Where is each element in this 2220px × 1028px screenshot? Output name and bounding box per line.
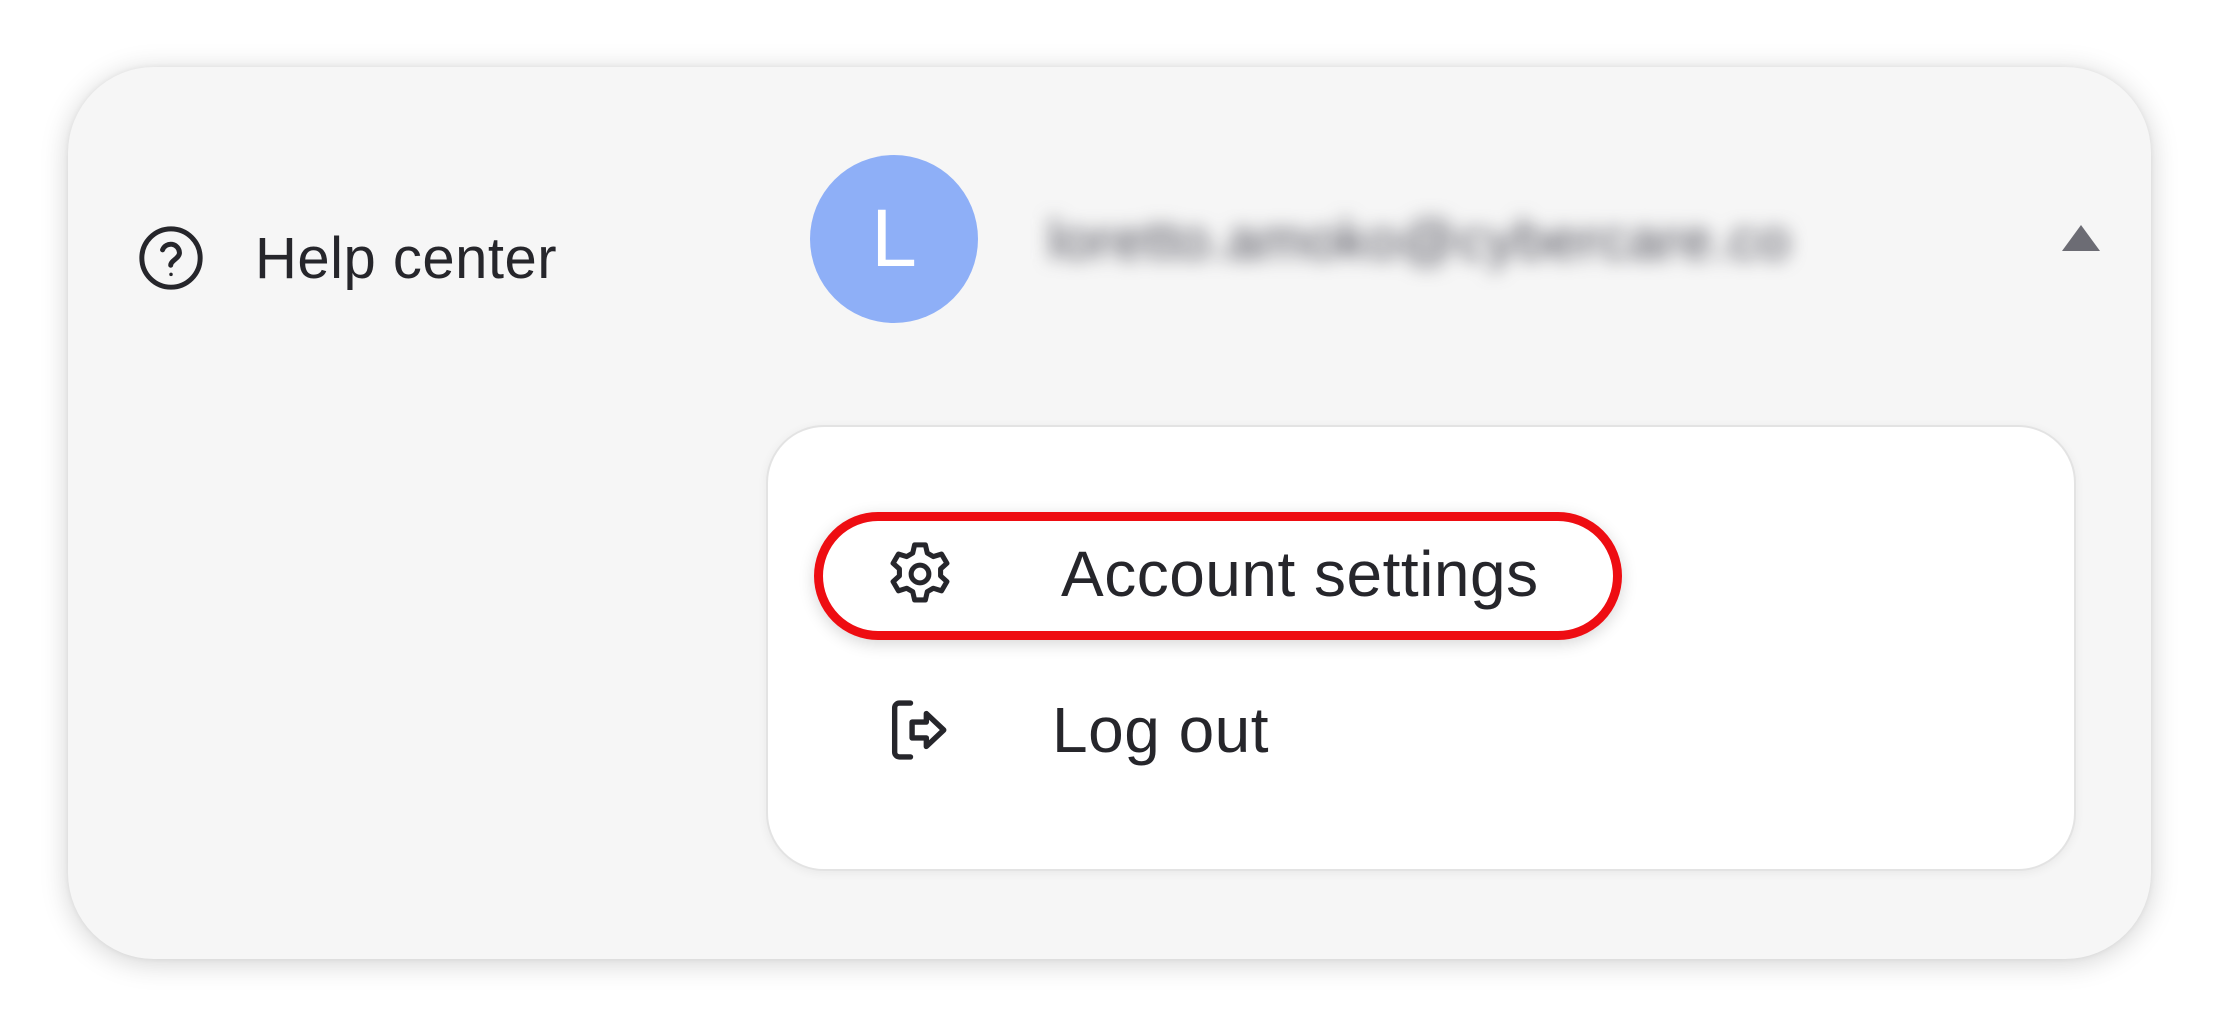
user-email: loretto.amoko@cybercare.co — [1048, 207, 1791, 271]
help-center-link[interactable]: Help center — [136, 203, 557, 313]
account-settings-menu-item[interactable]: Account settings — [882, 538, 1539, 610]
account-panel: Help center L loretto.amoko@cybercare.co… — [68, 67, 2151, 959]
caret-up-icon[interactable] — [2062, 225, 2100, 251]
avatar: L — [810, 155, 978, 323]
help-center-label: Help center — [255, 225, 558, 291]
question-circle-icon — [139, 226, 203, 290]
logout-icon — [891, 700, 947, 760]
user-menu-toggle[interactable]: L loretto.amoko@cybercare.co — [810, 155, 2100, 323]
avatar-initial: L — [871, 193, 917, 284]
log-out-menu-item[interactable]: Log out — [882, 694, 1269, 766]
log-out-label: Log out — [1052, 694, 1270, 766]
user-dropdown-menu: Account settings Log out — [766, 425, 2076, 871]
gear-icon — [890, 542, 950, 603]
account-settings-label: Account settings — [1061, 538, 1539, 610]
